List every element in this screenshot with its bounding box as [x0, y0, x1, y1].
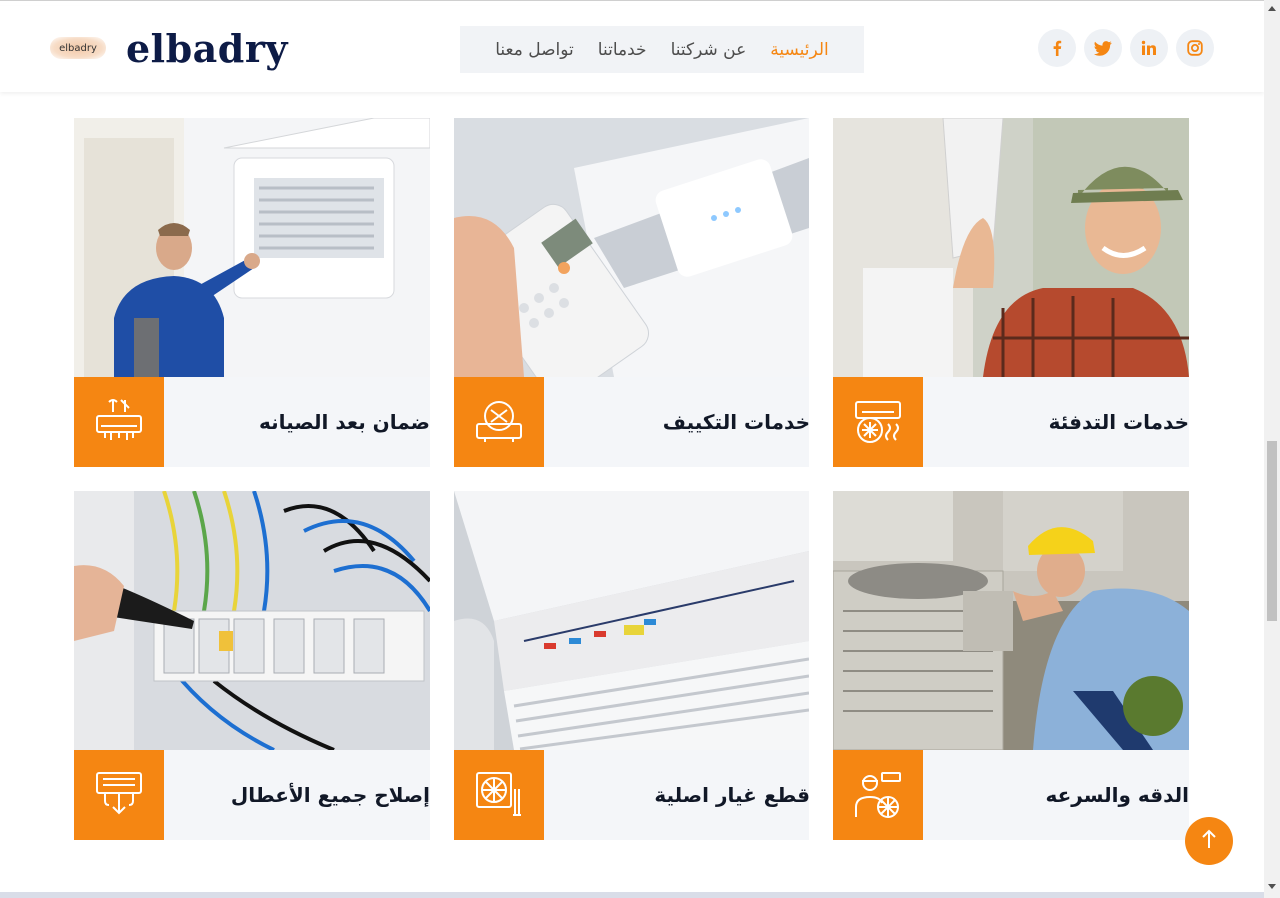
scroll-up-arrow-icon[interactable]: [1268, 6, 1276, 11]
nav-item-services[interactable]: خدماتنا: [598, 40, 647, 60]
service-title: خدمات التكييف: [662, 410, 810, 434]
service-card[interactable]: الدقه والسرعه: [833, 491, 1189, 840]
twitter-icon[interactable]: [1084, 29, 1122, 67]
ac-repair-icon: [454, 377, 544, 467]
electrical-panel-photo: [74, 491, 430, 750]
logo-text: elbadry: [126, 25, 288, 71]
nav-item-home[interactable]: الرئيسية: [770, 40, 829, 60]
outdoor-unit-repair-photo: [833, 491, 1189, 750]
service-card[interactable]: خدمات التدفئة: [833, 118, 1189, 467]
linkedin-icon[interactable]: [1130, 29, 1168, 67]
remote-control-photo: [454, 118, 809, 377]
social-links: [1038, 29, 1214, 67]
service-title: الدقه والسرعه: [1045, 783, 1190, 807]
worker-fan-icon: [833, 750, 923, 840]
ac-tools-icon: [74, 377, 164, 467]
service-card[interactable]: قطع غيار اصلية: [454, 491, 810, 840]
ac-vent-icon: [74, 750, 164, 840]
bottom-divider: [0, 892, 1264, 898]
ac-fan-icon: [833, 377, 923, 467]
service-card[interactable]: ضمان بعد الصيانه: [74, 118, 430, 467]
page-scrollbar[interactable]: [1264, 0, 1280, 898]
service-title: قطع غيار اصلية: [654, 783, 810, 807]
instagram-icon[interactable]: [1176, 29, 1214, 67]
service-title: إصلاح جميع الأعطال: [230, 783, 430, 807]
fan-tools-icon: [454, 750, 544, 840]
scroll-to-top-button[interactable]: [1185, 817, 1233, 865]
logo-badge: elbadry: [50, 37, 106, 59]
scroll-down-arrow-icon[interactable]: [1268, 884, 1276, 889]
page: elbadry elbadry الرئيسية عن شركتنا خدمات…: [0, 0, 1280, 898]
nav-item-contact[interactable]: تواصل معنا: [495, 40, 574, 60]
technician-ac-photo: [74, 118, 430, 377]
ac-unit-closeup-photo: [454, 491, 809, 750]
service-card[interactable]: إصلاح جميع الأعطال: [74, 491, 430, 840]
arrow-up-icon: [1201, 829, 1217, 853]
main-nav: الرئيسية عن شركتنا خدماتنا تواصل معنا: [460, 26, 864, 73]
facebook-icon[interactable]: [1038, 29, 1076, 67]
logo[interactable]: elbadry elbadry: [50, 18, 288, 78]
service-title: ضمان بعد الصيانه: [259, 410, 430, 434]
scrollbar-thumb[interactable]: [1267, 441, 1277, 621]
service-card[interactable]: خدمات التكييف: [454, 118, 810, 467]
site-header: elbadry elbadry الرئيسية عن شركتنا خدمات…: [0, 6, 1264, 92]
smiling-technician-photo: [833, 118, 1189, 377]
service-title: خدمات التدفئة: [1048, 410, 1189, 434]
nav-item-about[interactable]: عن شركتنا: [671, 40, 747, 60]
